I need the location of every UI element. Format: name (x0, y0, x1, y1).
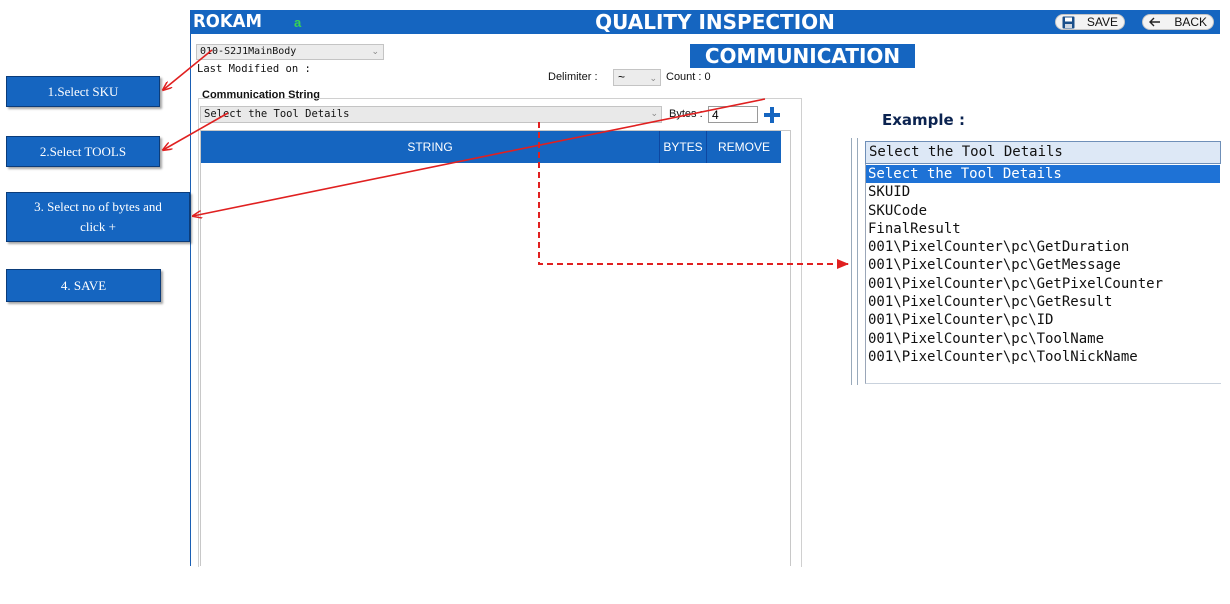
annotation-arrows (0, 49, 849, 269)
arrow-bytes (193, 98, 766, 216)
arrow-tools (163, 112, 229, 150)
arrow-example (538, 122, 849, 269)
arrow-sku (163, 49, 213, 90)
